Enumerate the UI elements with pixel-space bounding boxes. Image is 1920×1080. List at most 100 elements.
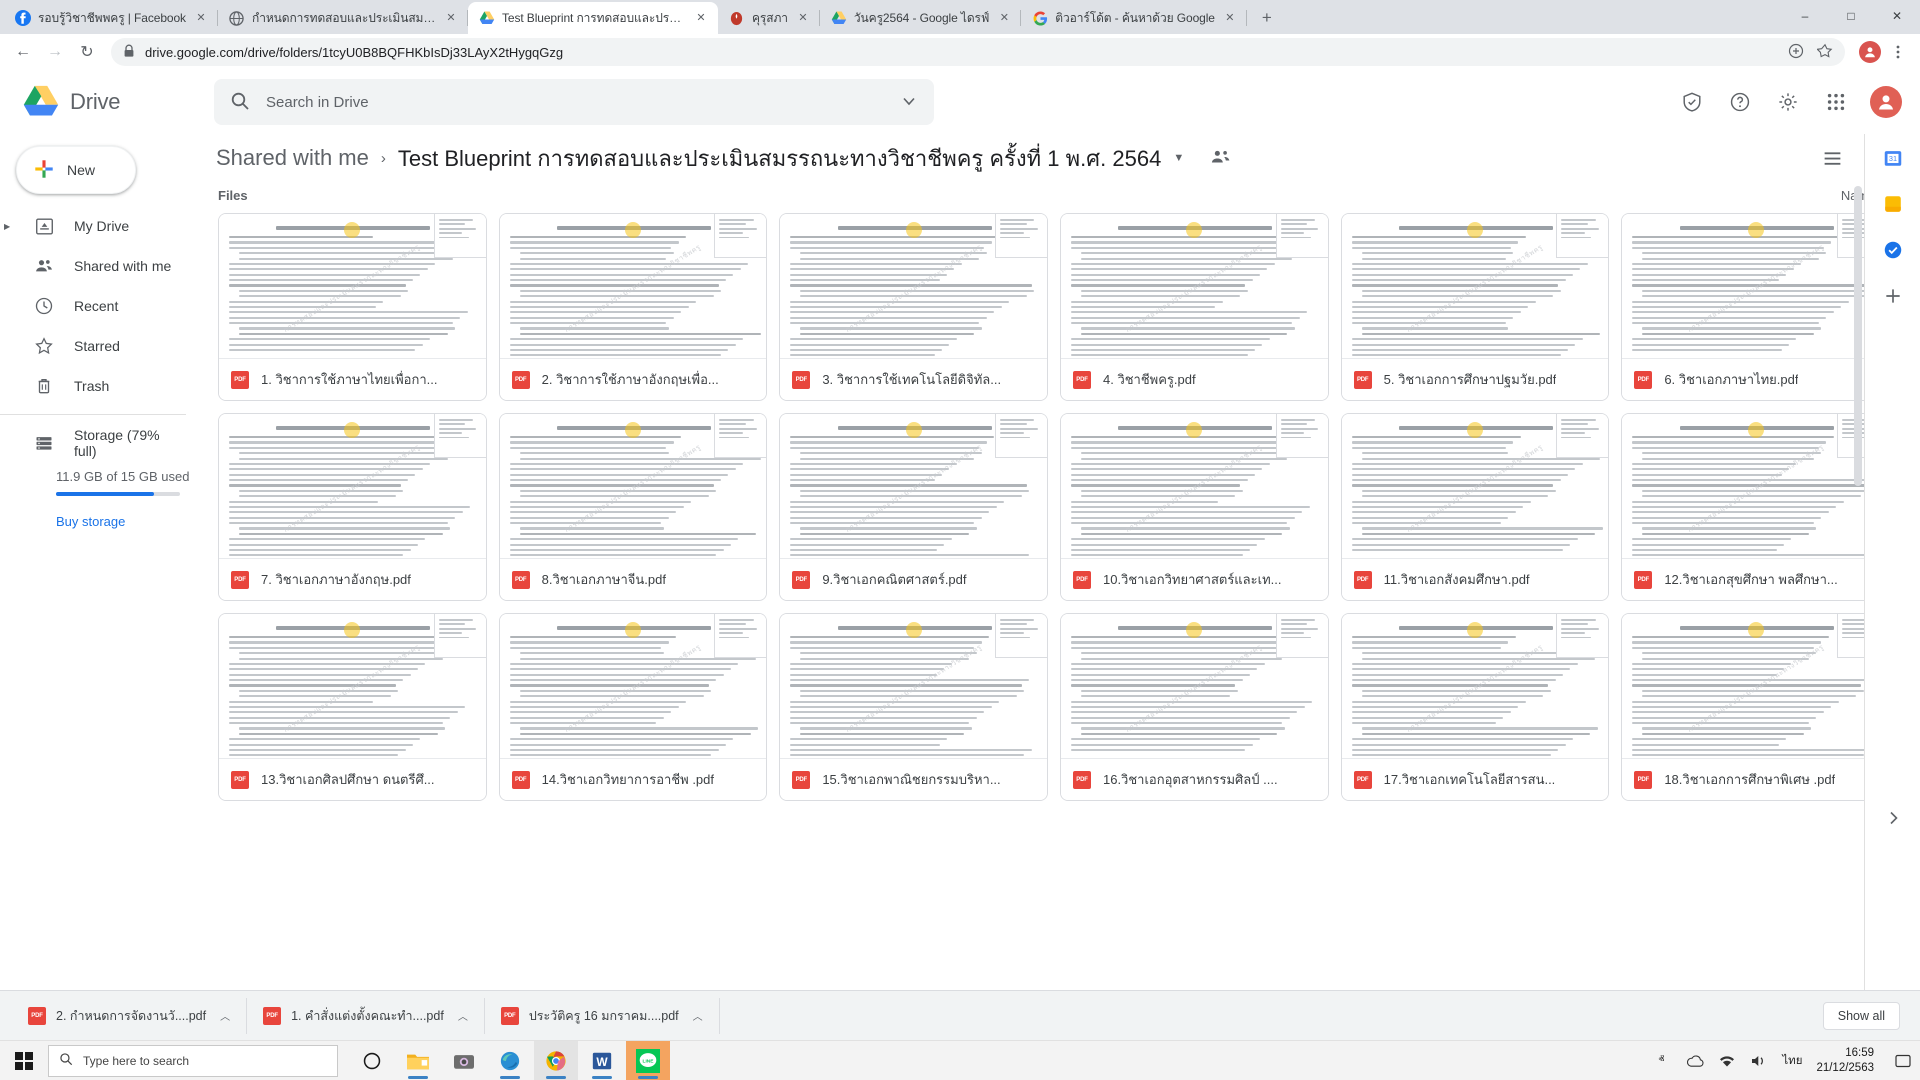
file-tile[interactable]: การทดสอบและประเมินสมรรถนะทางวิชาชีพครู P… (1621, 613, 1890, 801)
sidebar-item-trash[interactable]: Trash (0, 366, 186, 406)
camera-icon[interactable] (442, 1041, 486, 1080)
chrome-icon[interactable] (534, 1040, 578, 1080)
close-icon[interactable]: ✕ (193, 10, 209, 26)
tasks-icon[interactable] (1881, 238, 1905, 262)
breadcrumb-current[interactable]: Test Blueprint การทดสอบและประเมินสมรรถนะ… (398, 141, 1161, 176)
download-item-1[interactable]: PDF 1. คำสั่งแต่งตั้งคณะทำ....pdf ︿ (247, 997, 485, 1034)
browser-tab-3[interactable]: คุรุสภา ✕ (718, 2, 820, 34)
show-hidden-icons-chevron-up-icon[interactable]: ⱏ (1650, 1041, 1672, 1080)
file-name-row: PDF 18.วิชาเอกการศึกษาพิเศษ .pdf (1622, 758, 1889, 800)
browser-tab-0[interactable]: รอบรู้วิชาชีพพครู | Facebook ✕ (4, 2, 218, 34)
file-tile[interactable]: การทดสอบและประเมินสมรรถนะทางวิชาชีพครู P… (779, 613, 1048, 801)
scrollbar-thumb[interactable] (1854, 186, 1862, 486)
file-tile[interactable]: การทดสอบและประเมินสมรรถนะทางวิชาชีพครู P… (779, 213, 1048, 401)
chevron-right-icon[interactable]: ▶ (4, 222, 14, 231)
word-icon[interactable]: W (580, 1041, 624, 1080)
taskbar-clock[interactable]: 16:59 21/12/2563 (1816, 1046, 1878, 1075)
add-ons-plus-icon[interactable] (1881, 284, 1905, 308)
folder-menu-chevron-down-icon[interactable]: ▼ (1173, 152, 1184, 164)
file-tile[interactable]: การทดสอบและประเมินสมรรถนะทางวิชาชีพครู P… (498, 413, 768, 601)
chevron-up-icon[interactable]: ︿ (693, 1008, 703, 1023)
new-button[interactable]: New (16, 146, 136, 194)
breadcrumb-root[interactable]: Shared with me (216, 145, 369, 171)
file-tile[interactable]: การทดสอบและประเมินสมรรถนะทางวิชาชีพครู P… (1340, 613, 1610, 801)
list-view-icon[interactable] (1812, 138, 1852, 178)
file-tile[interactable]: การทดสอบและประเมินสมรรถนะทางวิชาชีพครู P… (1059, 413, 1329, 601)
bookmark-star-icon[interactable] (1816, 43, 1833, 62)
close-icon[interactable]: ✕ (693, 10, 709, 26)
file-name-row: PDF 3. วิชาการใช้เทคโนโลยีดิจิทัล... (780, 358, 1047, 400)
support-icon[interactable] (1672, 82, 1712, 122)
sidebar-item-shared-with-me[interactable]: Shared with me (0, 246, 186, 286)
file-tile[interactable]: การทดสอบและประเมินสมรรถนะทางวิชาชีพครู P… (498, 613, 768, 801)
close-icon[interactable]: ✕ (795, 10, 811, 26)
account-avatar[interactable] (1870, 86, 1902, 118)
close-icon[interactable]: ✕ (996, 10, 1012, 26)
buy-storage-link[interactable]: Buy storage (0, 496, 200, 529)
download-item-0[interactable]: PDF 2. กำหนดการจัดงานวั....pdf ︿ (12, 997, 248, 1034)
file-tile[interactable]: การทดสอบและประเมินสมรรถนะทางวิชาชีพครู P… (218, 413, 487, 601)
search-bar[interactable] (214, 79, 934, 125)
file-tile[interactable]: การทดสอบและประเมินสมรรถนะทางวิชาชีพครู P… (1621, 413, 1890, 601)
sidebar-item-storage[interactable]: Storage (79% full) (0, 423, 186, 463)
close-icon[interactable]: ✕ (1222, 10, 1238, 26)
chrome-menu-icon[interactable] (1885, 39, 1911, 65)
file-tile[interactable]: การทดสอบและประเมินสมรรถนะทางวิชาชีพครู P… (1059, 213, 1329, 401)
file-tile[interactable]: การทดสอบและประเมินสมรรถนะทางวิชาชีพครู P… (218, 213, 487, 401)
file-tile[interactable]: การทดสอบและประเมินสมรรถนะทางวิชาชีพครู P… (498, 213, 768, 401)
folder-share-icon[interactable] (1210, 147, 1232, 170)
sidebar-item-recent[interactable]: Recent (0, 286, 186, 326)
keep-icon[interactable] (1881, 192, 1905, 216)
apps-grid-icon[interactable] (1816, 82, 1856, 122)
file-explorer-icon[interactable] (396, 1041, 440, 1080)
network-icon[interactable] (1718, 1052, 1736, 1070)
share-icon[interactable] (1788, 43, 1804, 62)
file-tile[interactable]: การทดสอบและประเมินสมรรถนะทางวิชาชีพครู P… (1340, 213, 1610, 401)
sidebar-item-my-drive[interactable]: ▶ My Drive (0, 206, 186, 246)
chevron-up-icon[interactable]: ︿ (220, 1008, 230, 1023)
back-icon[interactable]: ← (9, 38, 37, 66)
scrollbar[interactable] (1854, 186, 1862, 990)
file-tile[interactable]: การทดสอบและประเมินสมรรถนะทางวิชาชีพครู P… (218, 613, 487, 801)
start-button-icon[interactable] (0, 1041, 48, 1080)
close-icon[interactable]: ✕ (443, 10, 459, 26)
profile-avatar-icon[interactable] (1859, 41, 1881, 63)
file-tile[interactable]: การทดสอบและประเมินสมรรถนะทางวิชาชีพครู P… (1059, 613, 1329, 801)
onedrive-icon[interactable] (1686, 1052, 1704, 1070)
expand-panel-chevron-icon[interactable] (1881, 806, 1905, 830)
search-input[interactable] (266, 93, 884, 111)
browser-tab-4[interactable]: วันครู2564 - Google ไดรฟ์ ✕ (820, 2, 1022, 34)
browser-tab-1[interactable]: กำหนดการทดสอบและประเมินสมรรถน ✕ (218, 2, 468, 34)
new-tab-button[interactable]: + (1253, 4, 1281, 32)
edge-icon[interactable] (488, 1041, 532, 1080)
file-tile[interactable]: การทดสอบและประเมินสมรรถนะทางวิชาชีพครู P… (1340, 413, 1610, 601)
file-tile[interactable]: การทดสอบและประเมินสมรรถนะทางวิชาชีพครู P… (1621, 213, 1890, 401)
search-options-chevron-down-icon[interactable] (900, 92, 918, 113)
reload-icon[interactable]: ↻ (73, 38, 101, 66)
settings-gear-icon[interactable] (1768, 82, 1808, 122)
header-actions (1672, 82, 1920, 122)
browser-tab-2[interactable]: Test Blueprint การทดสอบและประเมิ ✕ (467, 2, 718, 34)
maximize-icon[interactable]: □ (1828, 0, 1874, 32)
action-center-icon[interactable] (1892, 1041, 1914, 1080)
taskbar-search-box[interactable]: Type here to search (48, 1044, 338, 1077)
volume-icon[interactable] (1750, 1052, 1768, 1070)
close-window-icon[interactable]: ✕ (1874, 0, 1920, 32)
browser-tab-5[interactable]: ติวอาร์โด้ต - ค้นหาด้วย Google ✕ (1021, 2, 1247, 34)
forward-icon[interactable]: → (41, 38, 69, 66)
line-icon[interactable]: LINE (626, 1040, 670, 1080)
preview-corner-box (714, 214, 767, 258)
sidebar-item-starred[interactable]: Starred (0, 326, 186, 366)
chevron-up-icon[interactable]: ︿ (458, 1008, 468, 1023)
drive-logo-link[interactable]: Drive (0, 84, 200, 121)
preview-seal-icon (344, 422, 361, 438)
download-item-2[interactable]: PDF ประวัติครู 16 มกราคม....pdf ︿ (485, 997, 720, 1034)
show-all-downloads-button[interactable]: Show all (1822, 1001, 1900, 1030)
language-indicator[interactable]: ไทย (1782, 1052, 1802, 1070)
cortana-icon[interactable] (350, 1041, 394, 1080)
file-tile[interactable]: การทดสอบและประเมินสมรรถนะทางวิชาชีพครู P… (779, 413, 1048, 601)
address-bar[interactable]: drive.google.com/drive/folders/1tcyU0B8B… (111, 38, 1845, 66)
minimize-icon[interactable]: – (1782, 0, 1828, 32)
help-icon[interactable] (1720, 82, 1760, 122)
calendar-icon[interactable]: 31 (1881, 146, 1905, 170)
